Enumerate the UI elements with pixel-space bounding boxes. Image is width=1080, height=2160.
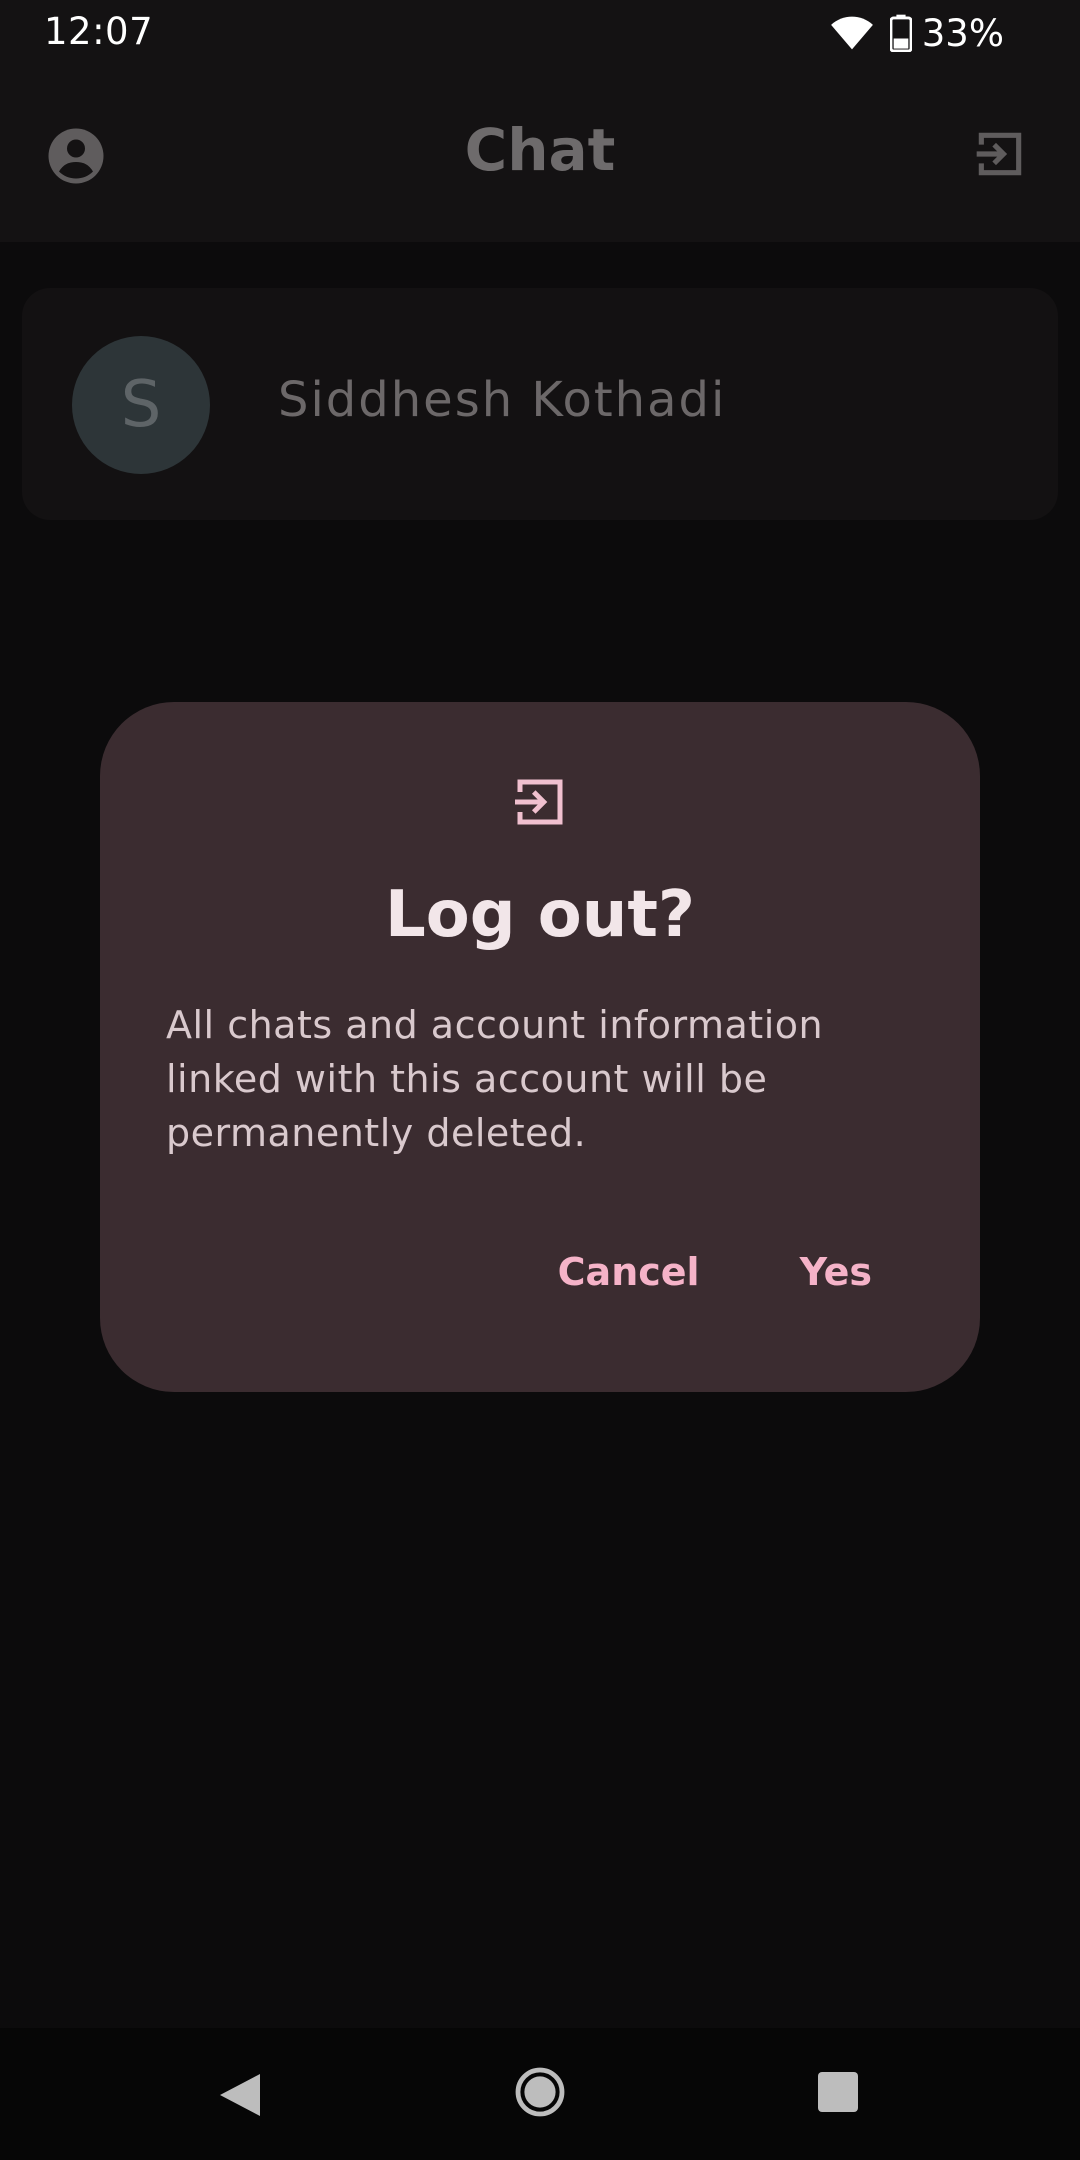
battery-percentage: 33% [921, 11, 1004, 55]
battery-icon [889, 14, 912, 52]
chat-list-item[interactable]: S Siddhesh Kothadi [22, 288, 1058, 520]
logout-icon[interactable] [972, 126, 1028, 186]
dialog-title: Log out? [384, 878, 696, 952]
back-icon[interactable] [216, 2070, 264, 2124]
dialog-actions: Cancel Yes [558, 1250, 872, 1294]
avatar: S [72, 336, 210, 474]
confirm-button[interactable]: Yes [800, 1250, 872, 1294]
app-bar: Chat [0, 66, 1080, 242]
dialog-message: All chats and account information linked… [166, 1003, 824, 1155]
recents-icon[interactable] [816, 2070, 860, 2118]
home-icon[interactable] [514, 2066, 566, 2122]
cancel-button[interactable]: Cancel [558, 1250, 700, 1294]
status-time: 12:07 [44, 10, 154, 53]
logout-dialog: Log out? All chats and account informati… [100, 702, 980, 1392]
wifi-icon [830, 13, 874, 53]
navigation-bar [0, 2028, 1080, 2160]
screen: 12:07 33% Chat S Siddhesh Kothadi Log ou… [0, 0, 1080, 2160]
status-bar: 12:07 33% [0, 0, 1080, 66]
page-title: Chat [464, 116, 616, 184]
status-icons: 33% [830, 10, 1004, 56]
logout-icon [510, 772, 570, 836]
contact-name: Siddhesh Kothadi [278, 372, 727, 428]
